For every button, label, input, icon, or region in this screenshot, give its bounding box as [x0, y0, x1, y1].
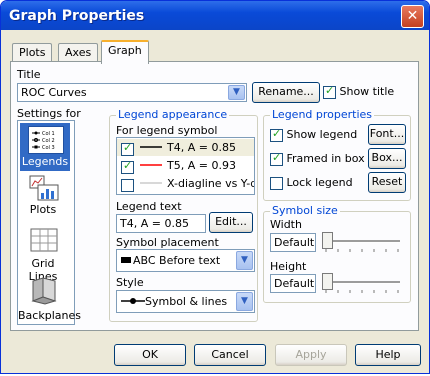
- reset-button[interactable]: Reset: [368, 172, 406, 193]
- ok-button[interactable]: OK: [114, 344, 186, 366]
- style-label: Style: [116, 276, 144, 289]
- for-legend-symbol-label: For legend symbol: [116, 124, 218, 137]
- symbol-label: T5, A = 0.93: [167, 159, 236, 172]
- height-label: Height: [270, 260, 307, 273]
- symbol-checkbox[interactable]: [121, 178, 134, 192]
- legend-symbol-row[interactable]: T5, A = 0.93: [117, 157, 254, 174]
- edit-button[interactable]: Edit...: [209, 212, 253, 233]
- box-button[interactable]: Box...: [368, 148, 406, 169]
- legend-text-value: T4, A = 0.85: [120, 217, 189, 230]
- svg-text:Col 3: Col 3: [42, 145, 55, 151]
- width-slider-track: [322, 240, 400, 243]
- settings-for-label: Settings for: [17, 107, 81, 120]
- show-title-checkbox[interactable]: Show title: [323, 84, 395, 99]
- show-title-label: Show title: [339, 85, 395, 98]
- legend-text-input[interactable]: T4, A = 0.85: [116, 214, 206, 233]
- settings-item-plots-label: Plots: [29, 203, 57, 216]
- legend-icon: Col 1 Col 2 Col 3: [28, 126, 64, 154]
- placement-swatch-icon: [121, 257, 131, 263]
- tab-plots[interactable]: Plots: [12, 43, 53, 62]
- svg-text:Col 1: Col 1: [42, 131, 55, 137]
- settings-item-grid-lines[interactable]: Grid Lines: [18, 227, 68, 283]
- settings-item-legends[interactable]: Col 1 Col 2 Col 3 Legends: [20, 123, 70, 171]
- grid-lines-icon: [29, 227, 59, 253]
- legend-properties-group: Legend properties Show legend Framed in …: [263, 108, 411, 201]
- title-combo[interactable]: ROC Curves ▼: [17, 83, 247, 102]
- style-select[interactable]: Symbol & lines ▼: [116, 290, 255, 313]
- apply-button[interactable]: Apply: [275, 344, 347, 366]
- title-bar[interactable]: Graph Properties ✕: [1, 1, 429, 30]
- symbol-lines-icon: [121, 298, 145, 304]
- legend-symbol-row[interactable]: X-diagline vs Y-d: [117, 175, 254, 192]
- legend-appearance-label: Legend appearance: [116, 108, 230, 121]
- settings-item-backplanes-label: Backplanes: [18, 309, 81, 322]
- width-slider-ticks: [325, 249, 399, 252]
- legend-symbol-row[interactable]: T4, A = 0.85: [117, 139, 254, 156]
- lock-legend-check[interactable]: [270, 176, 283, 190]
- show-legend-checkbox[interactable]: Show legend: [270, 127, 358, 142]
- symbol-placement-label: Symbol placement: [116, 236, 219, 249]
- height-slider-thumb[interactable]: [322, 273, 333, 290]
- lock-legend-label: Lock legend: [286, 176, 353, 189]
- chevron-down-icon[interactable]: ▼: [236, 251, 253, 270]
- font-button[interactable]: Font...: [368, 124, 406, 145]
- symbol-label: X-diagline vs Y-d: [167, 177, 255, 190]
- show-legend-check[interactable]: [270, 127, 283, 142]
- chevron-down-icon[interactable]: ▼: [236, 292, 253, 311]
- height-slider-track: [322, 281, 400, 284]
- cancel-button[interactable]: Cancel: [194, 344, 266, 366]
- style-value: Symbol & lines: [145, 295, 228, 308]
- line-swatch-icon: [140, 182, 162, 184]
- rename-button[interactable]: Rename...: [252, 82, 320, 103]
- line-swatch-icon: [140, 164, 162, 166]
- symbol-checkbox[interactable]: [121, 159, 134, 174]
- help-button[interactable]: Help: [355, 344, 421, 366]
- height-slider-ticks: [325, 290, 399, 293]
- graph-properties-dialog: Graph Properties ✕ Plots Axes Graph Titl…: [0, 0, 430, 374]
- show-title-check[interactable]: [323, 84, 336, 99]
- close-button[interactable]: ✕: [401, 5, 424, 28]
- chevron-down-icon[interactable]: ▼: [228, 85, 245, 100]
- framed-in-box-checkbox[interactable]: Framed in box: [270, 151, 365, 166]
- symbol-size-label: Symbol size: [270, 204, 340, 217]
- legend-appearance-group: Legend appearance For legend symbol T4, …: [109, 108, 258, 322]
- symbol-placement-value: ABC Before text: [133, 254, 221, 267]
- height-input[interactable]: Default: [270, 274, 316, 293]
- settings-item-plots[interactable]: Plots: [18, 175, 68, 219]
- width-value: Default: [274, 236, 315, 249]
- width-slider-thumb[interactable]: [322, 232, 333, 249]
- height-value: Default: [274, 277, 315, 290]
- line-swatch-icon: [140, 146, 162, 148]
- settings-item-legends-label: Legends: [21, 155, 69, 168]
- close-icon: ✕: [406, 8, 419, 24]
- width-input[interactable]: Default: [270, 233, 316, 252]
- lock-legend-checkbox[interactable]: Lock legend: [270, 176, 353, 190]
- legend-symbol-list[interactable]: T4, A = 0.85 T5, A = 0.93 X-diagline vs …: [116, 137, 255, 195]
- window-title: Graph Properties: [9, 8, 145, 24]
- plots-icon: [29, 175, 59, 201]
- graph-tab-panel: Title ROC Curves ▼ Rename... Show title …: [10, 61, 419, 331]
- height-slider[interactable]: [318, 272, 404, 294]
- width-slider[interactable]: [318, 231, 404, 253]
- tab-graph[interactable]: Graph: [101, 40, 149, 64]
- symbol-checkbox[interactable]: [121, 141, 134, 156]
- title-label: Title: [17, 68, 41, 81]
- symbol-placement-select[interactable]: ABC Before text ▼: [116, 249, 255, 272]
- legend-text-label: Legend text: [116, 200, 182, 213]
- svg-text:Col 2: Col 2: [42, 138, 55, 144]
- show-legend-label: Show legend: [286, 128, 358, 141]
- width-label: Width: [270, 218, 302, 231]
- backplanes-icon: [29, 277, 59, 305]
- settings-item-backplanes[interactable]: Backplanes: [18, 277, 81, 322]
- legend-properties-label: Legend properties: [270, 108, 375, 121]
- title-value: ROC Curves: [21, 86, 87, 99]
- settings-for-list[interactable]: Col 1 Col 2 Col 3 Legends Plots Grid Lin…: [17, 120, 81, 325]
- symbol-label: T4, A = 0.85: [167, 141, 236, 154]
- tab-axes[interactable]: Axes: [58, 43, 99, 62]
- framed-in-box-label: Framed in box: [286, 152, 365, 165]
- symbol-size-group: Symbol size Width Default Height Default: [263, 204, 411, 303]
- framed-in-box-check[interactable]: [270, 151, 283, 166]
